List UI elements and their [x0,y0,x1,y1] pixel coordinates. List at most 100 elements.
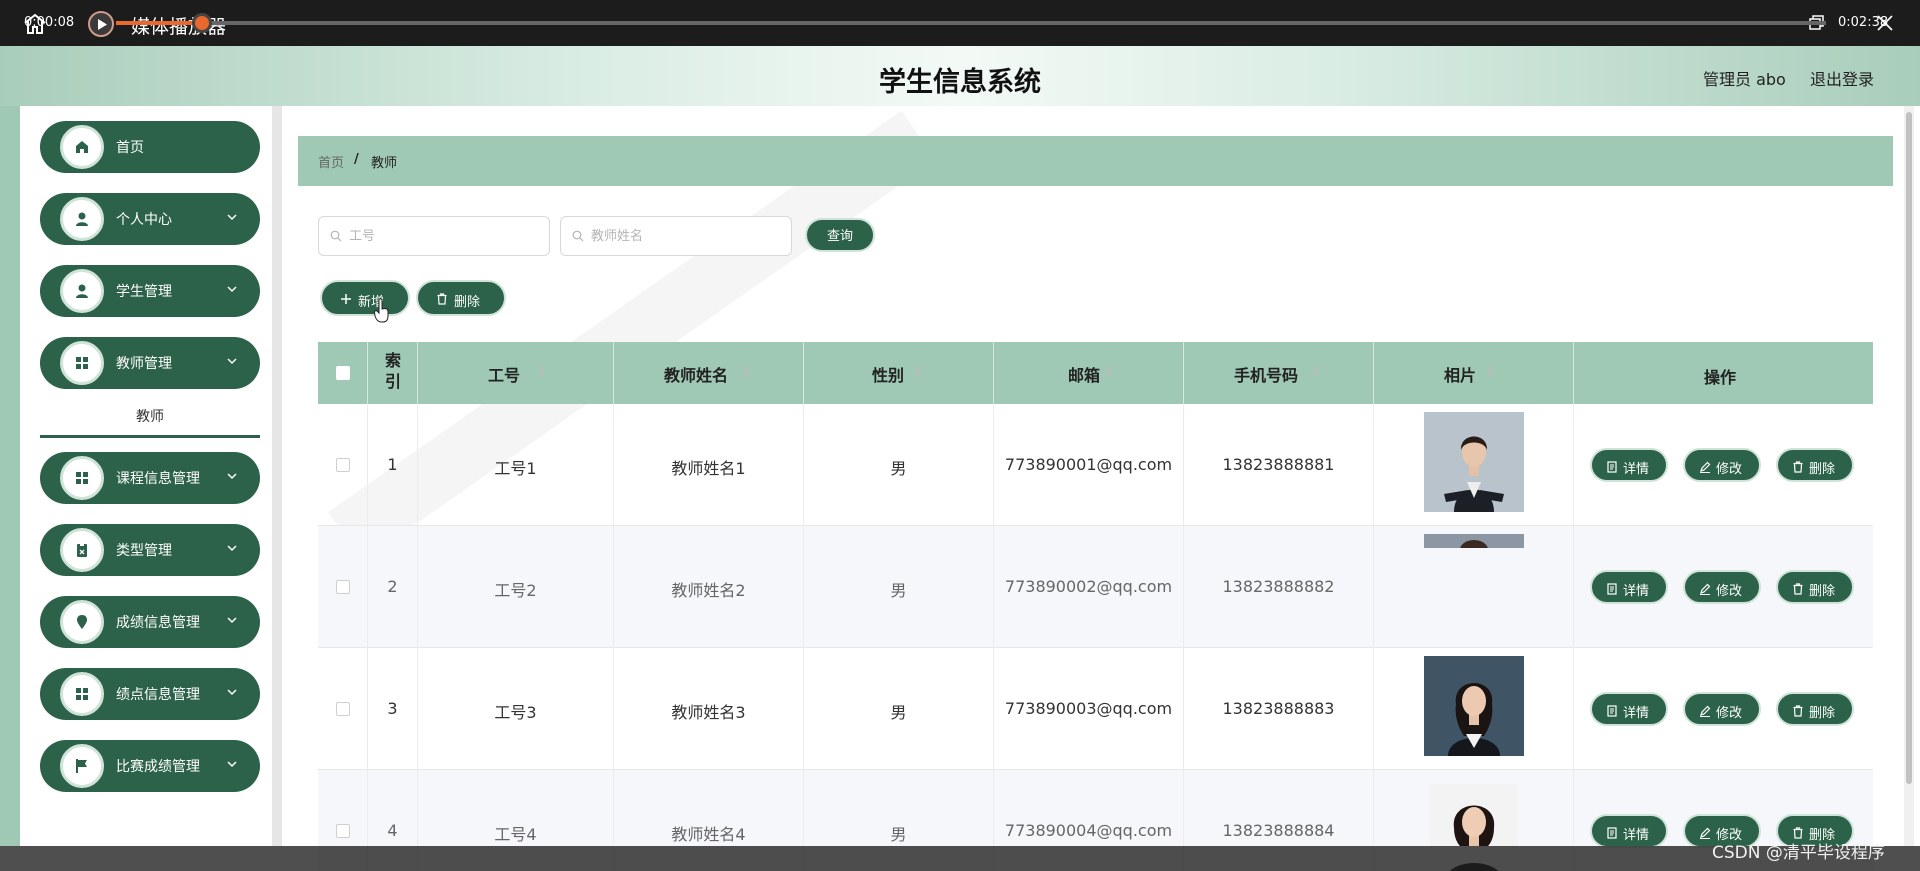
select-all-checkbox[interactable] [336,366,350,380]
column-header-photo[interactable]: 相片 [1374,342,1574,404]
cell-email: 773890001@qq.com [994,404,1184,526]
sidebar-item-label: 教师管理 [116,356,172,372]
sort-icon[interactable] [914,364,922,378]
edit-icon [1700,583,1711,595]
sort-icon[interactable] [1104,364,1112,378]
sidebar-item-score-management[interactable]: 成绩信息管理 [40,596,260,648]
pin-icon [60,600,104,644]
sort-icon[interactable] [538,364,546,378]
edit-icon [1700,827,1711,839]
cell-gender: 男 [804,526,994,648]
logout-link[interactable]: 退出登录 [1810,66,1874,90]
edit-button[interactable]: 修改 [1683,570,1761,604]
breadcrumb-home[interactable]: 首页 [318,152,344,171]
row-checkbox-cell [318,526,368,648]
cell-job-no: 工号2 [418,526,614,648]
column-header-phone[interactable]: 手机号码 [1184,342,1374,404]
sidebar-item-label: 课程信息管理 [116,471,200,487]
column-header-email[interactable]: 邮箱 [994,342,1184,404]
sidebar-item-type-management[interactable]: 类型管理 [40,524,260,576]
cell-phone: 13823888882 [1184,526,1374,648]
seek-bar-handle[interactable] [192,13,212,33]
grid-icon [60,672,104,716]
document-icon [1607,705,1617,717]
column-header-gender[interactable]: 性别 [804,342,994,404]
cell-phone: 13823888881 [1184,404,1374,526]
seek-bar[interactable] [116,21,1826,25]
delete-button[interactable]: 删除 [1776,692,1854,726]
cell-email: 773890003@qq.com [994,648,1184,770]
trash-icon [1793,705,1803,717]
cell-job-no: 工号3 [418,648,614,770]
edit-icon [1700,461,1711,473]
sidebar-subitem-teacher[interactable]: 教师 [40,398,260,438]
scrollbar-thumb[interactable] [1906,112,1912,784]
sidebar-item-teacher-management[interactable]: 教师管理 [40,337,260,389]
chevron-down-icon [227,545,237,552]
detail-button[interactable]: 详情 [1590,692,1668,726]
cell-photo [1374,648,1574,770]
app-header: 学生信息系统 管理员 abo 退出登录 [0,46,1920,106]
job-no-input[interactable] [349,226,529,246]
edit-button[interactable]: 修改 [1683,448,1761,482]
column-header-index: 索引 [368,342,418,404]
trash-icon [1793,583,1803,595]
table-row: 3 工号3 教师姓名3 男 773890003@qq.com 138238888… [318,648,1873,770]
cell-teacher-name: 教师姓名1 [614,404,804,526]
window-title: 媒体播放器 [131,16,227,38]
sort-icon[interactable] [742,364,750,378]
row-checkbox[interactable] [336,580,350,594]
sort-icon[interactable] [1486,364,1494,378]
flag-icon [60,744,104,788]
cell-photo [1374,526,1574,648]
teacher-photo[interactable] [1424,656,1524,756]
batch-delete-button-label: 删除 [454,295,481,310]
column-header-job-no[interactable]: 工号 [418,342,614,404]
cell-teacher-name: 教师姓名2 [614,526,804,648]
sidebar-item-competition-score-management[interactable]: 比赛成绩管理 [40,740,260,792]
sidebar-item-personal-center[interactable]: 个人中心 [40,193,260,245]
document-icon [1607,461,1617,473]
teacher-name-search-field[interactable] [560,216,792,256]
cell-index: 1 [368,404,418,526]
play-circle-icon [88,11,114,37]
cell-actions: 详情 修改 删除 [1574,648,1873,770]
row-checkbox[interactable] [336,824,350,838]
breadcrumb: 首页 / 教师 [298,136,1893,186]
column-header-teacher-name[interactable]: 教师姓名 [614,342,804,404]
detail-button[interactable]: 详情 [1590,570,1668,604]
delete-button[interactable]: 删除 [1776,570,1854,604]
batch-delete-button[interactable]: 删除 [416,280,506,316]
add-button[interactable]: 新增 [320,280,410,316]
edit-button[interactable]: 修改 [1683,692,1761,726]
sidebar-item-gpa-management[interactable]: 绩点信息管理 [40,668,260,720]
delete-button[interactable]: 删除 [1776,448,1854,482]
cell-teacher-name: 教师姓名3 [614,648,804,770]
row-checkbox[interactable] [336,458,350,472]
sort-icon[interactable] [1312,364,1320,378]
sidebar-item-home[interactable]: 首页 [40,121,260,173]
breadcrumb-separator: / [354,152,359,167]
sidebar-item-course-management[interactable]: 课程信息管理 [40,452,260,504]
header-checkbox-cell [318,342,368,404]
sidebar-item-student-management[interactable]: 学生管理 [40,265,260,317]
watermark: CSDN @清平毕设程序 [1712,843,1885,863]
clipboard-icon [60,528,104,572]
sidebar-item-label: 比赛成绩管理 [116,759,200,775]
row-checkbox[interactable] [336,702,350,716]
search-icon [330,230,342,242]
chevron-down-icon [227,286,237,293]
detail-button[interactable]: 详情 [1590,448,1668,482]
teacher-photo[interactable] [1424,534,1524,548]
teacher-photo[interactable] [1424,412,1524,512]
detail-button[interactable]: 详情 [1590,814,1668,848]
elapsed-time: 0:00:08 [24,15,75,30]
total-duration: 0:02:38 [1838,15,1889,30]
query-button[interactable]: 查询 [805,218,875,252]
trash-icon [437,293,447,305]
chevron-down-icon [227,689,237,696]
teacher-name-input[interactable] [591,226,771,246]
plus-icon [341,294,351,304]
cell-gender: 男 [804,648,994,770]
job-no-search-field[interactable] [318,216,550,256]
